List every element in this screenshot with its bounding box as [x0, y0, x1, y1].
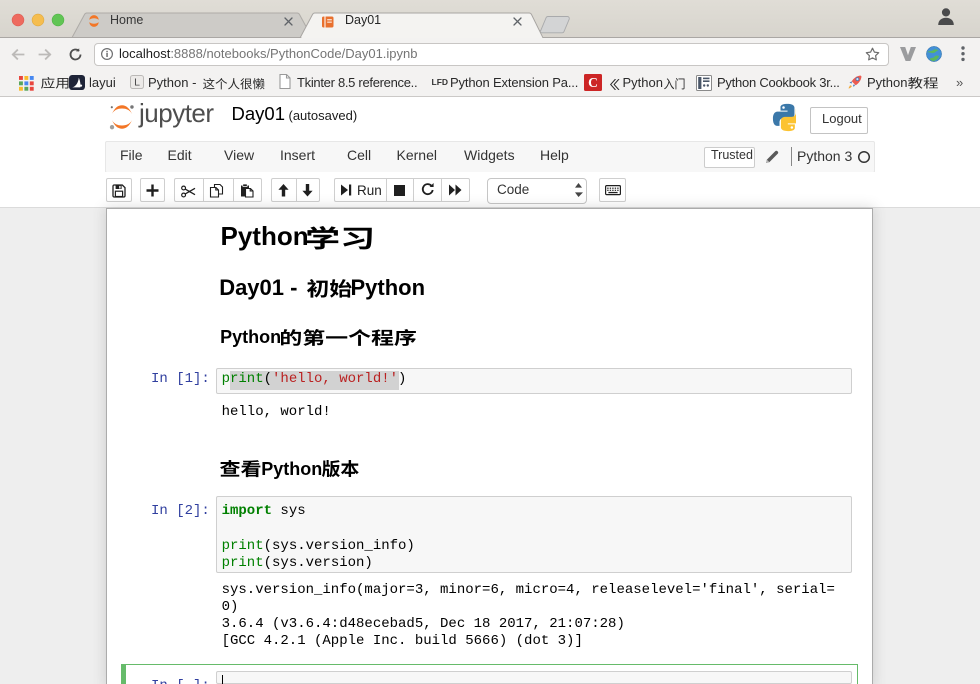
svg-text:L: L: [134, 77, 140, 89]
svg-text:C: C: [588, 75, 598, 90]
